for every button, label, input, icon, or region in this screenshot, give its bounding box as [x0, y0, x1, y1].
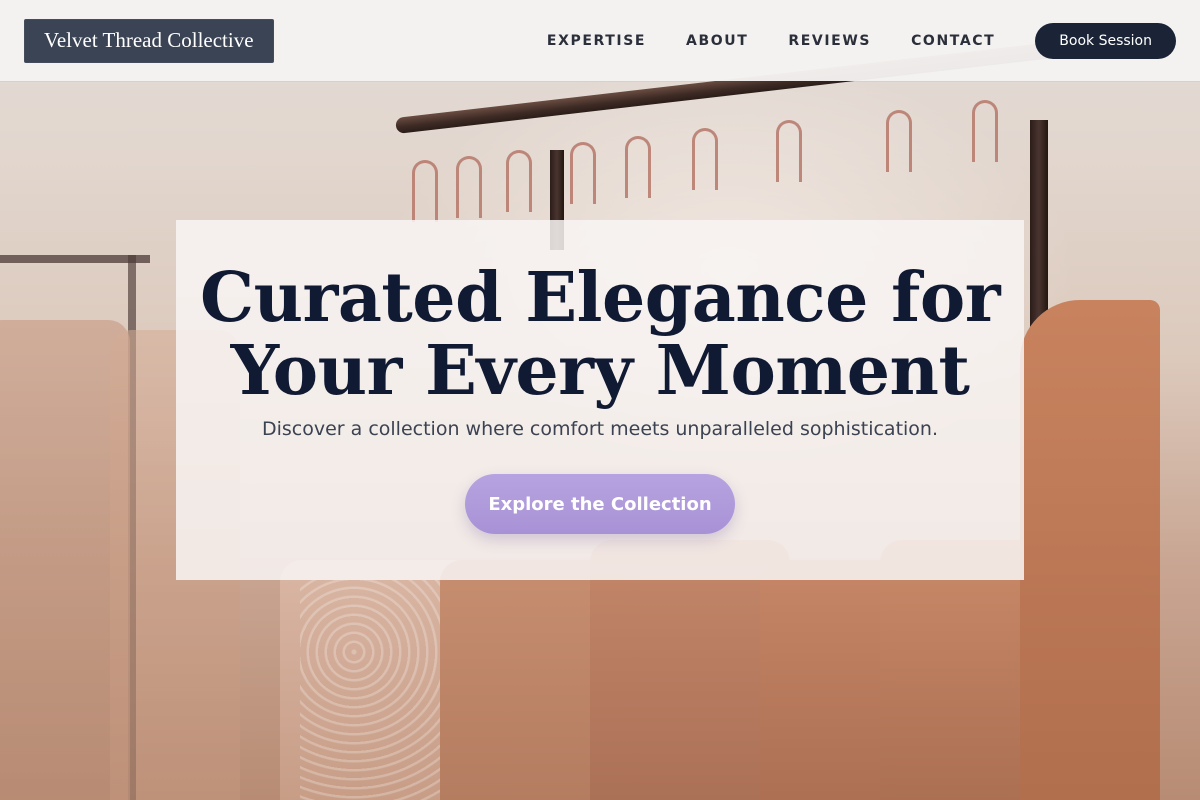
- hero-title-line-1: Curated Elegance for: [199, 258, 1001, 338]
- top-navigation-bar: Velvet Thread Collective EXPERTISE ABOUT…: [0, 0, 1200, 81]
- nav-link-expertise[interactable]: EXPERTISE: [547, 33, 646, 49]
- nav-link-contact[interactable]: CONTACT: [911, 33, 995, 49]
- explore-collection-button[interactable]: Explore the Collection: [465, 474, 735, 534]
- hanger: [692, 128, 718, 190]
- hanger: [456, 156, 482, 218]
- hanger: [886, 110, 912, 172]
- hanger: [972, 100, 998, 162]
- hanger: [412, 160, 438, 222]
- nav-link-reviews[interactable]: REVIEWS: [788, 33, 871, 49]
- hanger: [506, 150, 532, 212]
- hanger: [776, 120, 802, 182]
- garment-pleated-dress: [1020, 300, 1160, 800]
- hero-title-line-2: Your Every Moment: [230, 331, 970, 411]
- hanger: [570, 142, 596, 204]
- hero-subtitle: Discover a collection where comfort meet…: [261, 418, 939, 440]
- hanger: [625, 136, 651, 198]
- brand-logo[interactable]: Velvet Thread Collective: [24, 18, 274, 63]
- main-nav: EXPERTISE ABOUT REVIEWS CONTACT Book Ses…: [547, 22, 1176, 59]
- hero-card: Curated Elegance for Your Every Moment D…: [176, 220, 1024, 580]
- nav-link-about[interactable]: ABOUT: [686, 33, 748, 49]
- hero-title: Curated Elegance for Your Every Moment: [176, 262, 1024, 408]
- book-session-button[interactable]: Book Session: [1035, 22, 1176, 59]
